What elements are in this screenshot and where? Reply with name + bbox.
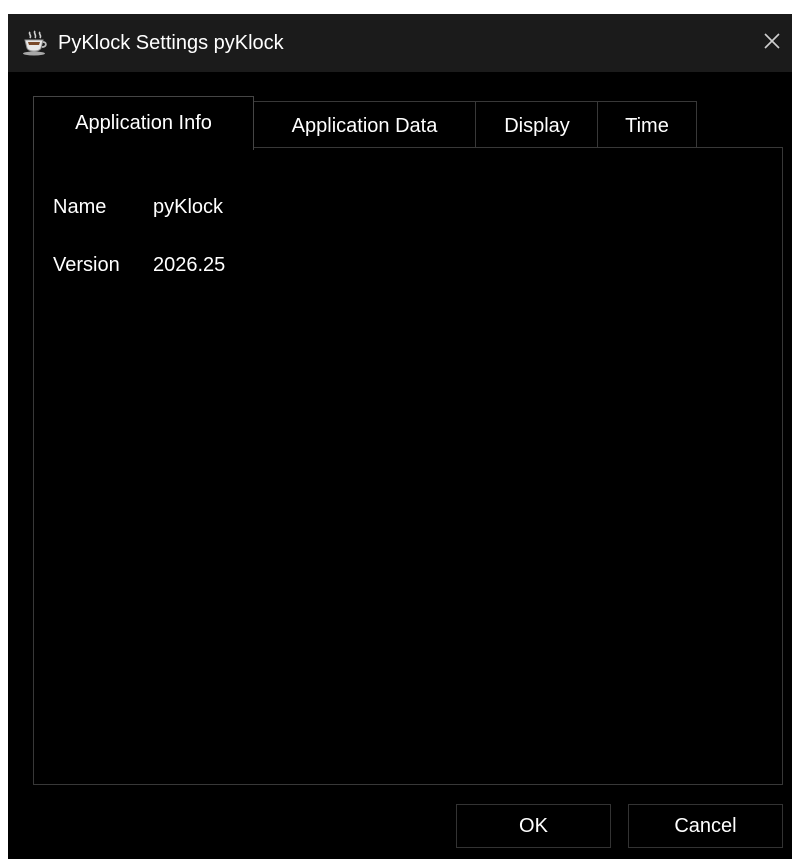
name-label: Name: [53, 196, 107, 218]
name-value: pyKlock: [153, 196, 224, 218]
version-label: Version: [53, 254, 120, 276]
version-value: 2026.25: [153, 254, 226, 276]
settings-window: PyKlock Settings pyKlock Application Inf…: [8, 14, 792, 859]
tab-display[interactable]: Display: [475, 101, 599, 148]
title-bar[interactable]: PyKlock Settings pyKlock: [8, 14, 792, 72]
ok-button[interactable]: OK: [456, 804, 611, 848]
tab-time[interactable]: Time: [597, 101, 697, 148]
coffee-cup-icon: [22, 30, 48, 56]
cancel-button[interactable]: Cancel: [628, 804, 783, 848]
close-button[interactable]: [752, 14, 792, 72]
tab-application-data[interactable]: Application Data: [252, 101, 477, 148]
close-icon: [762, 31, 782, 56]
window-title: PyKlock Settings pyKlock: [58, 32, 284, 54]
tab-panel-application-info: Name pyKlock Version 2026.25: [33, 147, 783, 785]
tab-application-info[interactable]: Application Info: [33, 96, 254, 150]
